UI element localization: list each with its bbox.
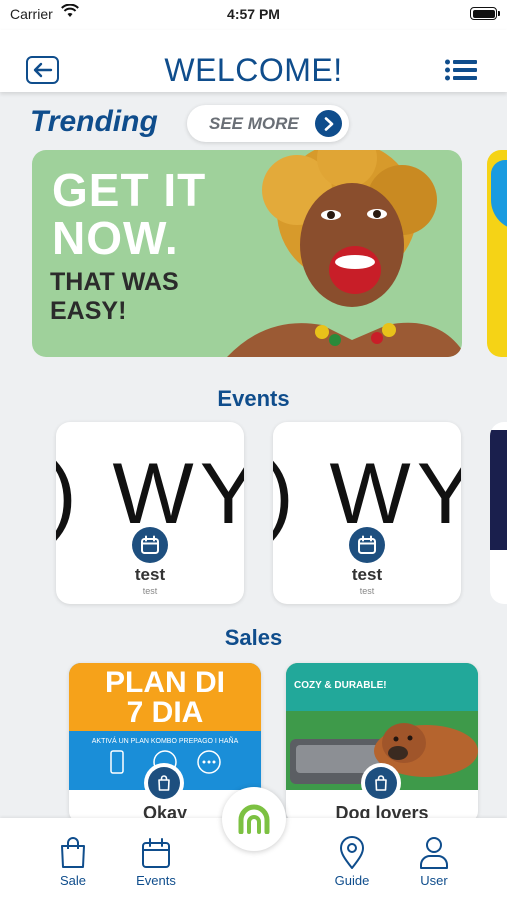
- banner-person-image: [227, 150, 462, 357]
- home-logo-button[interactable]: [222, 787, 286, 851]
- event-description: test: [142, 586, 158, 596]
- calendar-icon: [349, 527, 385, 563]
- menu-button[interactable]: [445, 59, 477, 81]
- event-card[interactable]: ) WY test test: [273, 422, 461, 604]
- battery-icon: [470, 7, 500, 20]
- sale-card[interactable]: COZY & DURABLE! Dog lovers: [286, 663, 478, 823]
- banner-subline: THAT WAS EASY!: [50, 268, 179, 326]
- nav-sale[interactable]: Sale: [38, 836, 108, 888]
- clock: 4:57 PM: [227, 6, 280, 22]
- see-more-button[interactable]: SEE MORE: [187, 105, 349, 142]
- sale-image-tag: COZY & DURABLE!: [294, 680, 387, 691]
- sale-image-line2: 7 DIA: [126, 696, 204, 729]
- calendar-icon: [132, 527, 168, 563]
- map-pin-icon: [317, 836, 387, 870]
- chevron-right-icon: [315, 110, 342, 137]
- nav-events-label: Events: [136, 873, 176, 888]
- banner-subline-line1: THAT WAS: [50, 268, 179, 296]
- sale-image-line1: PLAN DI: [105, 666, 225, 699]
- list-menu-icon: [445, 59, 477, 81]
- next-event-preview[interactable]: [490, 422, 507, 604]
- nav-guide[interactable]: Guide: [317, 836, 387, 888]
- nav-events[interactable]: Events: [121, 836, 191, 888]
- shopping-bag-icon: [148, 767, 180, 799]
- shopping-bag-icon: [38, 836, 108, 870]
- sale-image-line3: AKTIVÁ UN PLAN KOMBO PREPAGO I HAÑA: [91, 738, 239, 745]
- sale-badge: [144, 763, 184, 803]
- app-header: WELCOME!: [0, 30, 507, 92]
- nav-sale-label: Sale: [59, 873, 87, 888]
- status-bar: Carrier 4:57 PM: [0, 0, 507, 30]
- brand-logo-icon: [238, 804, 270, 834]
- shopping-bag-icon: [365, 767, 397, 799]
- banner-headline-line1: GET IT: [52, 164, 207, 216]
- event-description: test: [359, 586, 375, 596]
- trending-banner[interactable]: GET IT NOW. THAT WAS EASY!: [32, 150, 462, 357]
- nav-guide-label: Guide: [334, 873, 370, 888]
- banner-headline-line2: NOW.: [52, 212, 179, 264]
- nav-user[interactable]: User: [399, 836, 469, 888]
- user-icon: [399, 836, 469, 870]
- event-name: test: [351, 565, 383, 584]
- event-name: test: [134, 565, 166, 584]
- page-title: WELCOME!: [164, 52, 343, 88]
- calendar-icon: [121, 836, 191, 870]
- sales-title: Sales: [224, 625, 283, 650]
- sale-badge: [361, 763, 401, 803]
- events-title: Events: [217, 386, 290, 411]
- banner-headline: GET IT NOW.: [52, 166, 206, 262]
- nav-user-label: User: [420, 873, 448, 888]
- see-more-label: SEE MORE: [209, 114, 299, 133]
- next-banner-preview[interactable]: [487, 150, 507, 357]
- event-card[interactable]: ) WY test test: [56, 422, 244, 604]
- banner-subline-line2: EASY!: [50, 297, 127, 325]
- trending-title: Trending: [30, 105, 158, 138]
